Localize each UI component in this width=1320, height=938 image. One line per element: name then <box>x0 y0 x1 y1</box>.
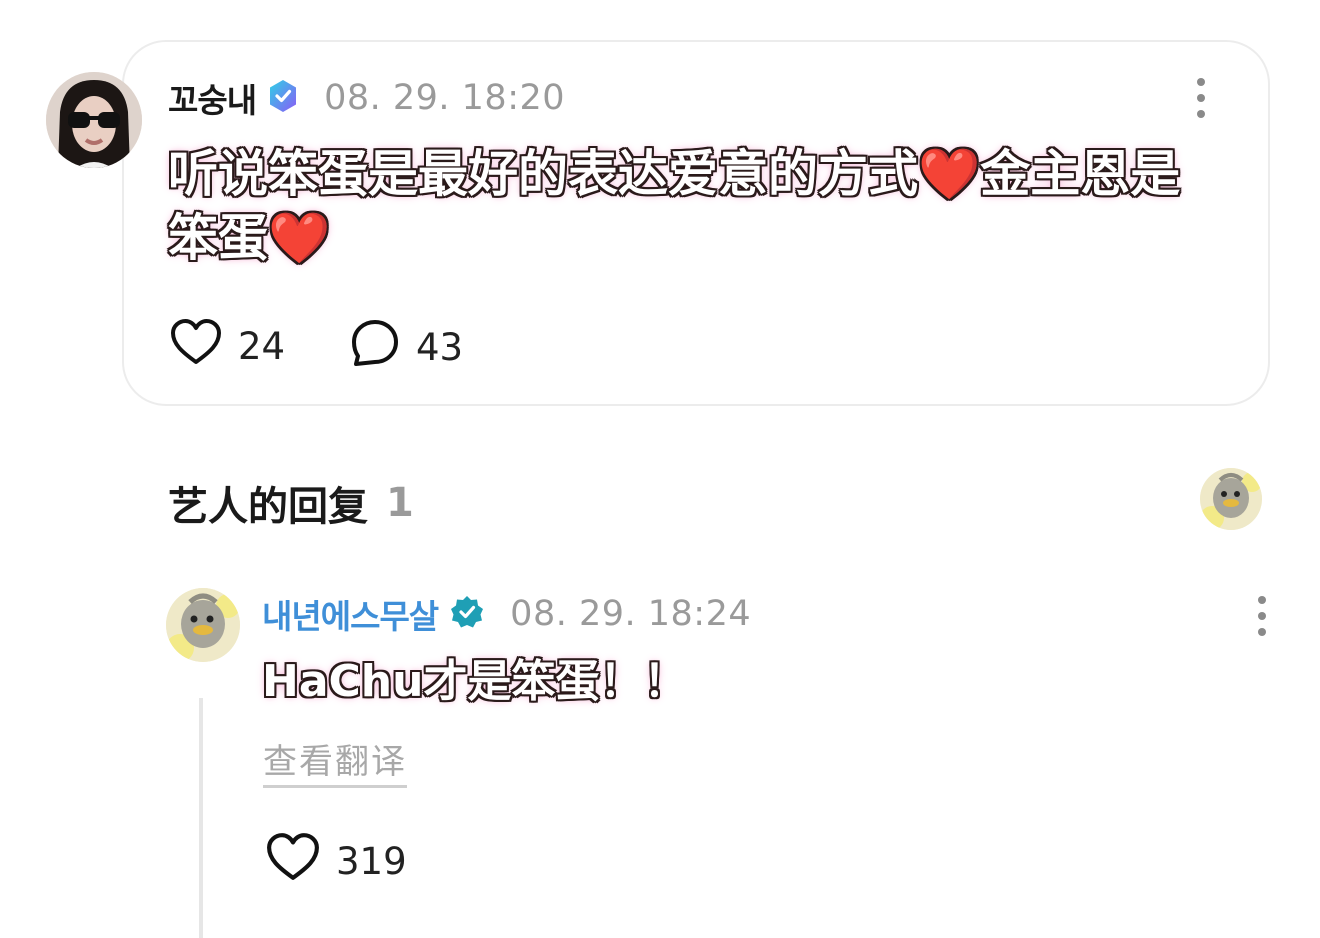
post-author-avatar[interactable] <box>46 72 142 168</box>
reply-more-options-icon[interactable] <box>1256 596 1268 636</box>
reply-like-count: 319 <box>336 840 407 883</box>
post-more-options-icon[interactable] <box>1195 78 1207 118</box>
post-author-name[interactable]: 꼬숭내 <box>168 74 257 122</box>
reply-author-name[interactable]: 내년에스무살 <box>262 590 439 638</box>
artist-avatar[interactable] <box>1200 468 1262 530</box>
duck-avatar-icon <box>166 588 240 662</box>
heart-icon <box>170 318 222 375</box>
post-text: 听说笨蛋是最好的表达爱意的方式❤️金主恩是笨蛋❤️ <box>168 145 1181 267</box>
comment-bubble-icon <box>350 318 400 377</box>
post-author-row: 꼬숭내 08. 29. 18:20 <box>168 78 566 120</box>
post-like-button[interactable]: 24 <box>170 318 285 375</box>
post-comment-count: 43 <box>416 326 464 369</box>
verified-badge-icon <box>450 595 484 633</box>
reply-like-button[interactable]: 319 <box>266 832 407 891</box>
artist-replies-header: 艺人的回复 1 <box>168 474 414 532</box>
thread-line <box>199 698 203 938</box>
artist-replies-title: 艺人的回复 <box>168 484 368 530</box>
reply-author-row: 내년에스무살 08. 29. 18:24 <box>262 592 751 636</box>
reply-timestamp: 08. 29. 18:24 <box>510 594 752 634</box>
post-like-count: 24 <box>238 325 286 368</box>
reply-text: HaChu才是笨蛋！！ <box>262 656 688 707</box>
view-translation-link[interactable]: 查看翻译 <box>263 734 407 788</box>
artist-replies-count: 1 <box>386 480 414 526</box>
duck-avatar-icon <box>1200 468 1262 530</box>
heart-icon <box>266 832 320 891</box>
post-comment-button[interactable]: 43 <box>350 318 463 377</box>
reply-author-avatar[interactable] <box>166 588 240 662</box>
post-timestamp: 08. 29. 18:20 <box>324 78 566 118</box>
avatar-photo-icon <box>46 72 142 168</box>
verified-badge-icon <box>266 79 300 117</box>
